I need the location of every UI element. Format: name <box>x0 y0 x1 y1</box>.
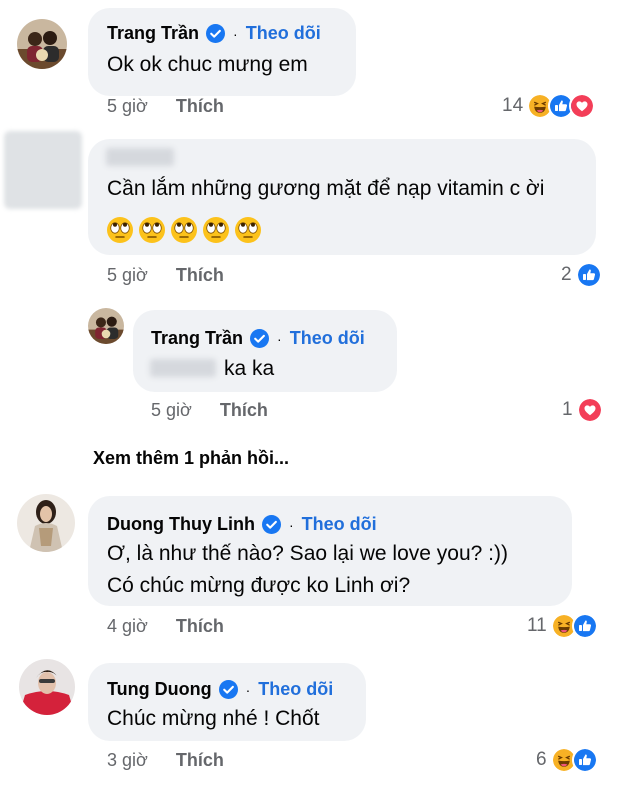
rolling-eyes-emoji-icon <box>202 216 230 244</box>
comment-header: Tung Duong · Theo dõi <box>107 679 333 700</box>
verified-badge-icon <box>250 329 269 348</box>
verified-badge-icon <box>206 24 225 43</box>
comment-text: Chúc mừng nhé ! Chốt <box>107 707 320 730</box>
separator-dot: · <box>245 681 251 698</box>
comment-actions: 3 giờ Thích <box>107 750 224 771</box>
author-name[interactable]: Trang Trần <box>151 328 243 349</box>
avatar[interactable] <box>88 308 124 344</box>
separator-dot: · <box>233 25 238 42</box>
comment-text-line: Ơ, là như thế nào? Sao lại we love you? … <box>107 542 508 565</box>
comment-actions: 5 giờ Thích <box>107 265 224 286</box>
like-button[interactable]: Thích <box>176 616 224 637</box>
view-more-replies-link[interactable]: Xem thêm 1 phản hồi... <box>93 448 289 469</box>
reaction-count: 1 <box>562 399 573 420</box>
reaction-count: 2 <box>561 264 572 285</box>
love-icon <box>576 397 603 423</box>
like-icon <box>571 613 598 639</box>
like-icon <box>575 262 602 288</box>
rolling-eyes-emoji-icon <box>170 216 198 244</box>
avatar[interactable] <box>17 19 67 69</box>
timestamp[interactable]: 5 giờ <box>107 265 148 286</box>
mentioned-user-tag[interactable] <box>150 359 216 377</box>
author-name[interactable]: Trang Trần <box>107 23 199 44</box>
reaction-summary[interactable]: 1 <box>562 397 603 423</box>
comment-text: Cần lắm những gương mặt để nạp vitamin c… <box>107 177 545 200</box>
comment-header: Trang Trần · Theo dõi <box>107 23 321 44</box>
comment-bubble <box>88 8 356 96</box>
avatar[interactable] <box>17 494 75 552</box>
author-name[interactable] <box>106 148 174 166</box>
comment-actions: 5 giờ Thích <box>151 400 268 421</box>
reaction-summary[interactable]: 11 <box>527 613 598 639</box>
comment-text: Ok ok chuc mưng em <box>107 53 308 76</box>
timestamp[interactable]: 5 giờ <box>107 96 148 117</box>
reaction-summary[interactable]: 14 <box>502 93 596 119</box>
like-button[interactable]: Thích <box>220 400 268 421</box>
reaction-count: 6 <box>536 749 547 770</box>
comment-text: ka ka <box>224 357 275 380</box>
avatar[interactable] <box>4 131 82 209</box>
verified-badge-icon <box>262 515 281 534</box>
reaction-summary[interactable]: 2 <box>561 262 602 288</box>
follow-button[interactable]: Theo dõi <box>290 328 365 349</box>
separator-dot: · <box>277 330 282 347</box>
follow-button[interactable]: Theo dõi <box>302 514 377 535</box>
like-icon <box>571 747 598 773</box>
timestamp[interactable]: 5 giờ <box>151 400 192 421</box>
comment-header: Trang Trần · Theo dõi <box>151 328 365 349</box>
author-name[interactable]: Tung Duong <box>107 679 212 700</box>
rolling-eyes-emoji-icon <box>106 216 134 244</box>
follow-button[interactable]: Theo dõi <box>258 679 333 700</box>
separator-dot: · <box>288 516 294 533</box>
follow-button[interactable]: Theo dõi <box>246 23 321 44</box>
rolling-eyes-emoji-icon <box>138 216 166 244</box>
comment-header: Duong Thuy Linh · Theo dõi <box>107 514 377 535</box>
reaction-count: 14 <box>502 95 524 116</box>
like-button[interactable]: Thích <box>176 750 224 771</box>
comment-text-line: Có chúc mừng được ko Linh ơi? <box>107 574 411 597</box>
rolling-eyes-emoji-icon <box>234 216 262 244</box>
like-button[interactable]: Thích <box>176 96 224 117</box>
like-button[interactable]: Thích <box>176 265 224 286</box>
emoji-row <box>106 216 262 244</box>
author-name[interactable]: Duong Thuy Linh <box>107 514 255 535</box>
love-icon <box>569 93 596 119</box>
timestamp[interactable]: 4 giờ <box>107 616 148 637</box>
comment-actions: 5 giờ Thích <box>107 96 224 117</box>
verified-badge-icon <box>219 680 238 699</box>
reaction-summary[interactable]: 6 <box>536 747 598 773</box>
comment-actions: 4 giờ Thích <box>107 616 224 637</box>
reaction-count: 11 <box>527 615 547 636</box>
avatar[interactable] <box>19 659 75 715</box>
timestamp[interactable]: 3 giờ <box>107 750 148 771</box>
